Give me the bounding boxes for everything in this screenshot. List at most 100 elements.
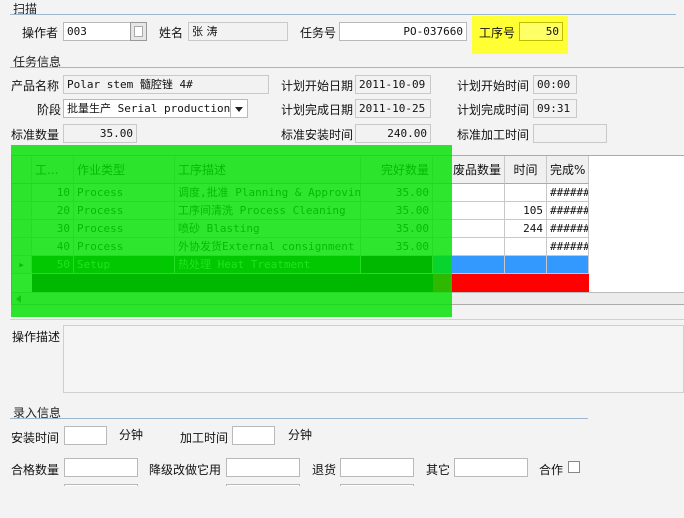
name-field: 张 涛 xyxy=(188,22,288,41)
grid-cell-time[interactable] xyxy=(505,256,547,274)
stage-dropdown-button[interactable] xyxy=(230,99,248,118)
grid-cell-time[interactable] xyxy=(505,184,547,202)
grid-cell-scrap[interactable] xyxy=(433,220,505,238)
grid-cell-no[interactable]: 30 xyxy=(32,220,74,238)
grid-cell-scrap[interactable] xyxy=(433,256,505,274)
plan-end-date-label: 计划完成日期 xyxy=(281,103,354,117)
grid-cell-done[interactable] xyxy=(547,256,589,274)
other-label: 其它 xyxy=(426,463,451,477)
plan-end-date-field: 2011-10-25 xyxy=(355,99,431,118)
grid-cell-done[interactable]: ###### xyxy=(547,202,589,220)
downgrade-label: 降级改做它用 xyxy=(149,463,222,477)
grid-cell-desc[interactable]: 外协发货External consignment xyxy=(175,238,361,256)
new-row[interactable] xyxy=(32,274,453,292)
operator-input[interactable]: 003 xyxy=(63,22,131,41)
co-work-checkbox[interactable] xyxy=(568,461,580,473)
row-selector[interactable] xyxy=(12,202,32,220)
task-no-input[interactable]: PO-037660 xyxy=(339,22,467,41)
col-header-done[interactable]: 完成% xyxy=(547,156,589,184)
grid-cell-no[interactable]: 20 xyxy=(32,202,74,220)
plan-start-date-label: 计划开始日期 xyxy=(281,79,354,93)
plan-end-time-label: 计划完成时间 xyxy=(457,103,530,117)
grid-cell-no[interactable]: 10 xyxy=(32,184,74,202)
product-field: Polar stem 髓腔锉 4# xyxy=(63,75,269,94)
grid-cell-time[interactable]: 105 xyxy=(505,202,547,220)
divider xyxy=(10,319,684,320)
return-input[interactable] xyxy=(340,458,414,477)
name-label: 姓名 xyxy=(159,26,184,40)
row-selector[interactable] xyxy=(12,220,32,238)
plan-start-time-label: 计划开始时间 xyxy=(457,79,530,93)
stage-label: 阶段 xyxy=(37,103,62,117)
col-header-time[interactable]: 时间 xyxy=(505,156,547,184)
grid-cell-scrap[interactable] xyxy=(433,184,505,202)
operator-label: 操作者 xyxy=(22,26,59,40)
grid-cell-type[interactable]: Process xyxy=(74,184,175,202)
col-header-desc[interactable]: 工序描述 xyxy=(175,156,361,184)
lookup-icon xyxy=(134,26,143,37)
grid-cell-type[interactable]: Process xyxy=(74,220,175,238)
return-label: 退货 xyxy=(312,463,337,477)
grid-cell-good[interactable]: 35.00 xyxy=(361,220,433,238)
grid-cell-good[interactable]: 35.00 xyxy=(361,238,433,256)
std-install-time-label: 标准安装时间 xyxy=(281,128,354,142)
process-time-input[interactable] xyxy=(232,426,275,445)
grid-cell-type[interactable]: Process xyxy=(74,202,175,220)
grid-cell-no[interactable]: 40 xyxy=(32,238,74,256)
pass-qty-label: 合格数量 xyxy=(11,463,60,477)
downgrade-input[interactable] xyxy=(226,458,300,477)
col-header-good[interactable]: 完好数量 xyxy=(361,156,433,184)
grid-cell-desc[interactable]: 工序间清洗 Process Cleaning xyxy=(175,202,361,220)
divider xyxy=(10,418,588,419)
grid-cell-done[interactable]: ###### xyxy=(547,238,589,256)
divider xyxy=(10,14,676,15)
pass-qty-input[interactable] xyxy=(64,458,138,477)
plan-end-time-field: 09:31 xyxy=(533,99,577,118)
new-row-error-cells xyxy=(433,274,589,292)
stage-select[interactable]: 批量生产 Serial production xyxy=(63,99,231,118)
process-unit: 分钟 xyxy=(288,428,313,442)
horizontal-scrollbar[interactable] xyxy=(12,292,684,304)
process-no-input[interactable]: 50 xyxy=(519,22,563,41)
col-header-type[interactable]: 作业类型 xyxy=(74,156,175,184)
grid-cell-good[interactable]: 35.00 xyxy=(361,184,433,202)
install-time-input[interactable] xyxy=(64,426,107,445)
other-input[interactable] xyxy=(454,458,528,477)
grid-cell-time[interactable] xyxy=(505,238,547,256)
std-qty-field: 35.00 xyxy=(63,124,137,143)
grid-cell-desc[interactable]: 热处理 Heat Treatment xyxy=(175,256,361,274)
row-selector[interactable] xyxy=(12,238,32,256)
chevron-down-icon xyxy=(235,107,243,112)
product-label: 产品名称 xyxy=(11,79,60,93)
row-selector[interactable] xyxy=(12,184,32,202)
grid-cell-type[interactable]: Setup xyxy=(74,256,175,274)
row-selector[interactable]: ▸ xyxy=(12,256,32,274)
operator-lookup-button[interactable] xyxy=(130,22,147,41)
install-unit: 分钟 xyxy=(119,428,144,442)
grid-cell-scrap[interactable] xyxy=(433,238,505,256)
grid-corner xyxy=(12,156,32,184)
grid-cell-desc[interactable]: 喷砂 Blasting xyxy=(175,220,361,238)
grid-cell-time[interactable]: 244 xyxy=(505,220,547,238)
grid-cell-scrap[interactable] xyxy=(433,202,505,220)
std-process-time-label: 标准加工时间 xyxy=(457,128,530,142)
grid-cell-good[interactable]: 35.00 xyxy=(361,202,433,220)
grid-cell-type[interactable]: Process xyxy=(74,238,175,256)
grid-cell-no[interactable]: 50 xyxy=(32,256,74,274)
co-work-label: 合作 xyxy=(539,463,564,477)
divider xyxy=(10,67,684,68)
op-desc-textarea[interactable] xyxy=(63,325,684,393)
std-process-time-field xyxy=(533,124,607,143)
grid-cell-good[interactable] xyxy=(361,256,433,274)
op-desc-label: 操作描述 xyxy=(12,330,61,344)
install-time-label: 安装时间 xyxy=(11,431,60,445)
std-install-time-field: 240.00 xyxy=(355,124,431,143)
scroll-left-icon[interactable] xyxy=(16,295,21,303)
grid-cell-done[interactable]: ###### xyxy=(547,184,589,202)
grid-cell-done[interactable]: ###### xyxy=(547,220,589,238)
process-no-label: 工序号 xyxy=(479,26,516,40)
grid-cell-desc[interactable]: 调度,批准 Planning & Approving xyxy=(175,184,361,202)
process-grid[interactable]: 工... 作业类型 工序描述 完好数量 废品数量 时间 完成% 10 Proces… xyxy=(11,155,684,305)
col-header-no[interactable]: 工... xyxy=(32,156,74,184)
col-header-scrap[interactable]: 废品数量 xyxy=(433,156,505,184)
